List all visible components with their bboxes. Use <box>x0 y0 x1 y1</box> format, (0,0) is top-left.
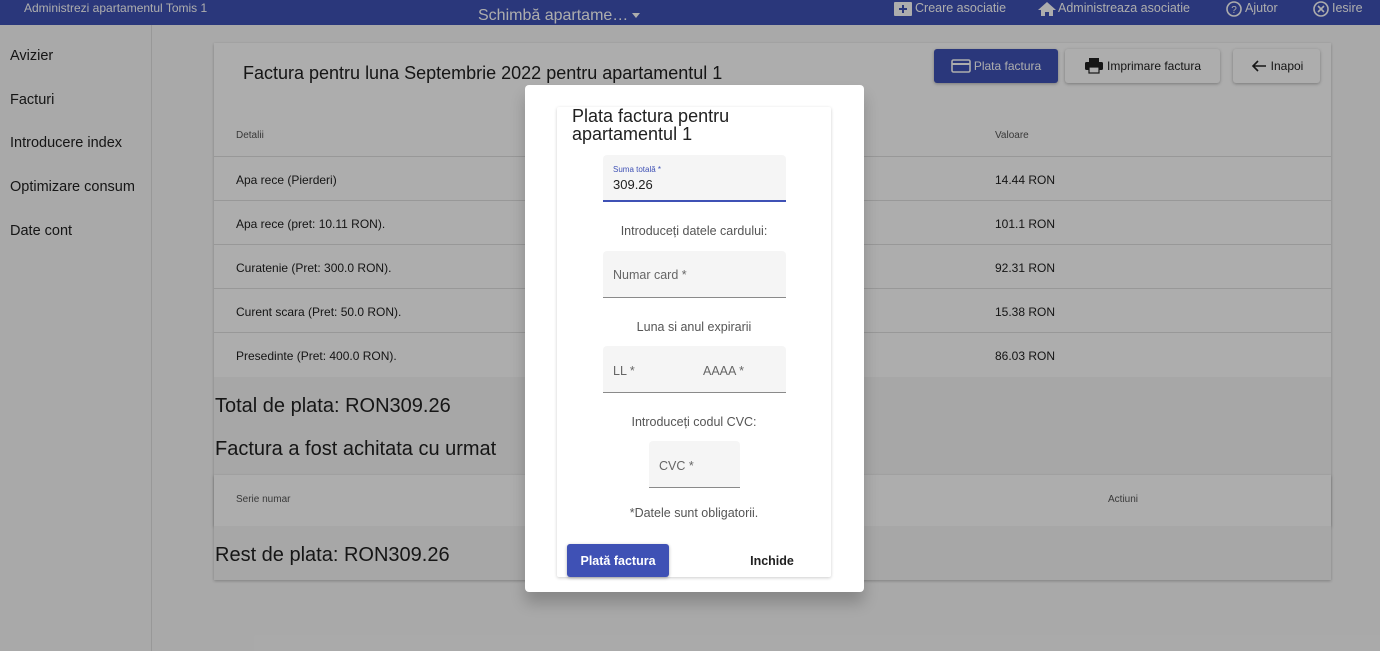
expiry-caption: Luna si anul expirarii <box>636 320 752 334</box>
pay-invoice-dialog: Plata factura pentru apartamentul 1 Suma… <box>525 85 864 592</box>
total-amount-label: Suma totală * <box>613 165 662 174</box>
card-number-field[interactable]: Numar card * <box>603 251 786 298</box>
dialog-close-button[interactable]: Inchide <box>737 544 807 577</box>
required-note: *Datele sunt obligatorii. <box>629 506 759 520</box>
expiry-year-placeholder: AAAA * <box>703 364 744 378</box>
pay-invoice-form: Plata factura pentru apartamentul 1 Suma… <box>557 107 831 577</box>
cvc-field[interactable]: CVC * <box>649 441 740 488</box>
total-amount-field[interactable]: Suma totală * 309.26 <box>603 155 786 202</box>
card-number-placeholder: Numar card * <box>613 268 687 282</box>
dialog-pay-button[interactable]: Plată factura <box>567 544 669 577</box>
total-amount-value: 309.26 <box>613 177 653 192</box>
dialog-title: Plata factura pentru apartamentul 1 <box>572 106 730 144</box>
expiry-month-field[interactable]: LL * <box>603 346 693 393</box>
expiry-year-field[interactable]: AAAA * <box>693 346 786 393</box>
card-caption: Introduceți datele cardului: <box>620 224 768 238</box>
cvc-placeholder: CVC * <box>659 459 694 473</box>
cvc-caption: Introduceți codul CVC: <box>631 415 757 429</box>
expiry-month-placeholder: LL * <box>613 364 635 378</box>
